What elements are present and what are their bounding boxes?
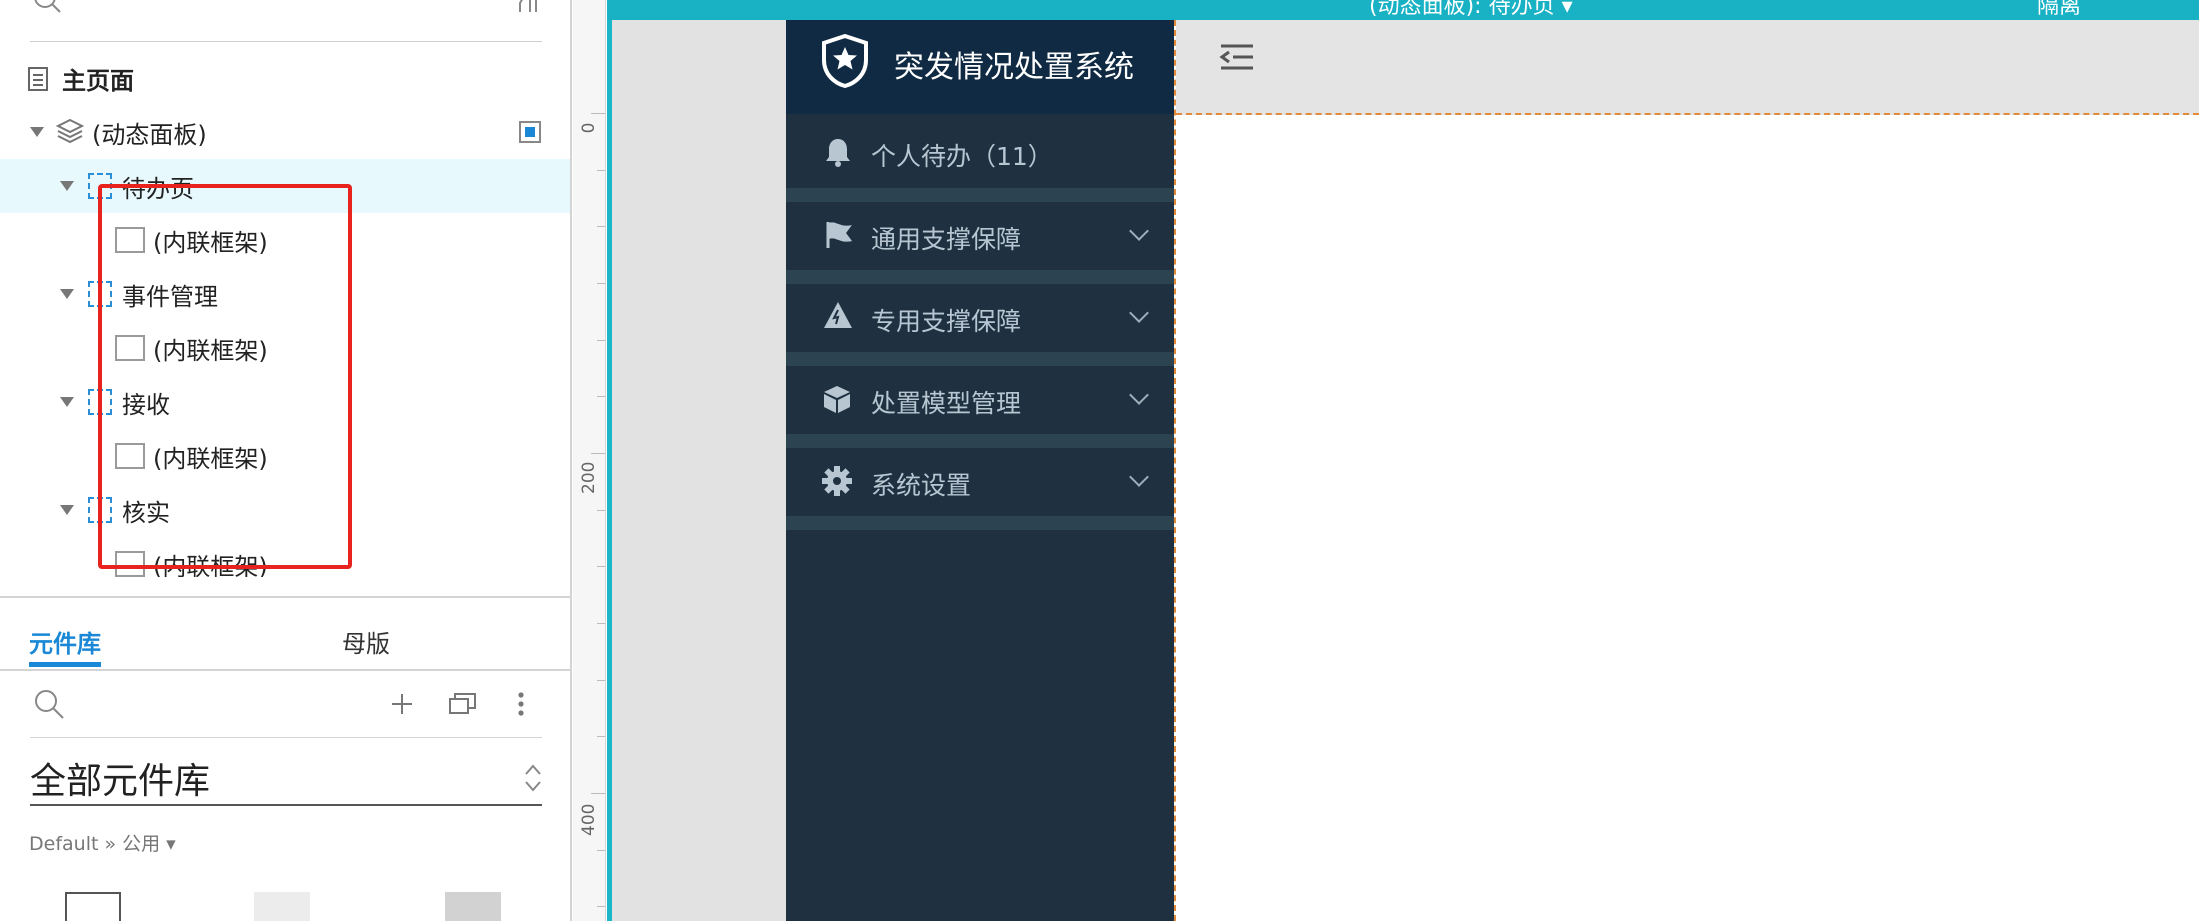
- app-logo-header: 突发情况处置系统: [786, 20, 1174, 114]
- canvas-frame-border: [607, 0, 612, 921]
- tree-item-label: (动态面板): [92, 120, 207, 149]
- updown-arrows-icon: [525, 764, 541, 792]
- layers-icon: [56, 118, 84, 144]
- chevron-down-icon: [1129, 467, 1149, 487]
- panel-splitter[interactable]: [0, 596, 570, 598]
- state-bar: (动态面板): 待办页 ▾ 隔离: [607, 0, 2199, 20]
- expand-arrow-icon[interactable]: [30, 127, 44, 137]
- expand-arrow-icon[interactable]: [60, 505, 74, 515]
- bell-icon: [826, 139, 850, 167]
- tree-item-label: 主页面: [62, 66, 134, 95]
- ruler-label: 200: [579, 461, 599, 494]
- menu-item-model-management[interactable]: 处置模型管理: [786, 366, 1174, 434]
- menu-item-label: 通用支撑保障: [871, 225, 1022, 254]
- library-select[interactable]: 全部元件库: [30, 752, 542, 806]
- menu-separator: [786, 188, 1174, 202]
- tab-underline: [29, 662, 101, 667]
- chevron-down-icon: [1129, 303, 1149, 323]
- mountain-icon: [824, 302, 852, 328]
- widget-image[interactable]: [445, 892, 501, 921]
- menu-item-todo[interactable]: 个人待办（11）: [786, 119, 1174, 187]
- menu-item-general-support[interactable]: 通用支撑保障: [786, 202, 1174, 270]
- divider: [0, 669, 570, 671]
- widget-placeholder[interactable]: [254, 892, 310, 921]
- divider: [30, 41, 542, 42]
- collapse-menu-icon[interactable]: [1219, 42, 1255, 72]
- ruler-label: 0: [579, 122, 599, 134]
- vertical-ruler: 0 200 400: [573, 0, 606, 921]
- add-icon[interactable]: [390, 692, 414, 716]
- tab-master[interactable]: 母版: [342, 624, 390, 659]
- tab-library[interactable]: 元件库: [29, 624, 101, 659]
- expand-arrow-icon[interactable]: [60, 289, 74, 299]
- app-title: 突发情况处置系统: [894, 50, 1134, 85]
- tree-item-dynamic-panel[interactable]: (动态面板): [0, 105, 570, 159]
- flag-icon: [826, 222, 852, 248]
- state-title[interactable]: (动态面板): 待办页 ▾: [1369, 0, 1573, 20]
- library-breadcrumb[interactable]: Default » 公用 ▾: [29, 829, 176, 856]
- expand-arrow-icon[interactable]: [60, 181, 74, 191]
- menu-item-label: 个人待办（11）: [871, 142, 1053, 171]
- tree-item-home[interactable]: 主页面: [0, 51, 570, 105]
- chevron-down-icon: [1129, 385, 1149, 405]
- chevron-down-icon: [1129, 221, 1149, 241]
- menu-separator: [786, 516, 1174, 530]
- filter-icon[interactable]: [512, 0, 540, 16]
- menu-item-label: 系统设置: [871, 471, 972, 500]
- app-topbar: [1176, 20, 2199, 115]
- highlight-box: [98, 184, 352, 569]
- expand-arrow-icon[interactable]: [60, 397, 74, 407]
- search-icon[interactable]: [33, 688, 67, 722]
- menu-item-label: 处置模型管理: [871, 389, 1022, 418]
- gear-icon: [822, 466, 852, 496]
- search-icon[interactable]: [32, 0, 62, 16]
- menu-separator: [786, 352, 1174, 366]
- menu-item-special-support[interactable]: 专用支撑保障: [786, 284, 1174, 352]
- shield-star-icon: [822, 34, 868, 88]
- menu-item-label: 专用支撑保障: [871, 307, 1022, 336]
- menu-item-system-settings[interactable]: 系统设置: [786, 448, 1174, 516]
- menu-separator: [786, 270, 1174, 284]
- widget-box[interactable]: [65, 892, 121, 921]
- divider: [30, 737, 542, 738]
- windows-icon[interactable]: [448, 691, 478, 717]
- ruler-label: 400: [579, 803, 599, 836]
- cube-icon: [824, 386, 850, 413]
- isolate-link[interactable]: 隔离: [2037, 0, 2081, 20]
- library-select-value: 全部元件库: [30, 761, 211, 802]
- page-icon: [28, 67, 48, 91]
- app-content: [1174, 20, 2199, 921]
- outline-panel: 主页面 (动态面板) 待办页 (内联框架) 事件管理 (内联框架) 接收 (内联…: [0, 0, 572, 921]
- menu-separator: [786, 434, 1174, 448]
- visibility-toggle[interactable]: [519, 121, 541, 143]
- more-icon[interactable]: [514, 690, 528, 718]
